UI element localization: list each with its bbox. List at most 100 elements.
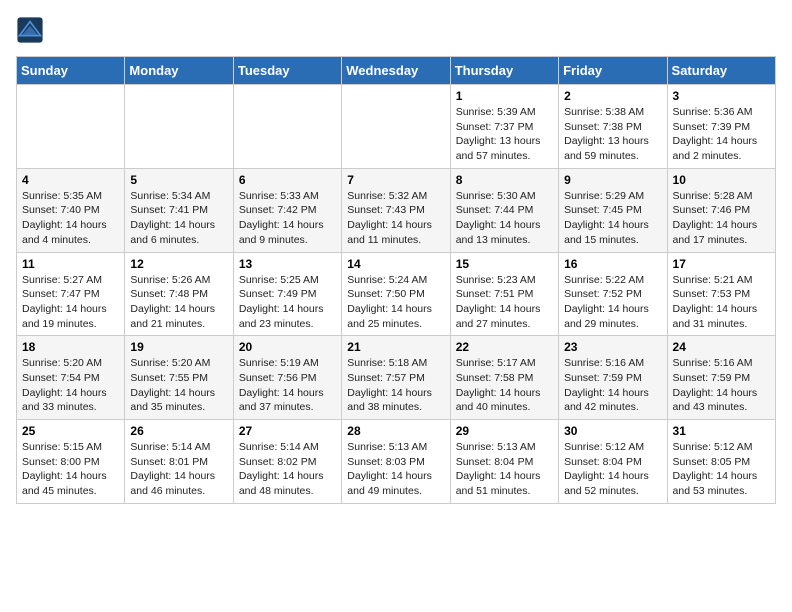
day-number: 18	[22, 340, 119, 354]
day-info: Sunrise: 5:32 AMSunset: 7:43 PMDaylight:…	[347, 189, 444, 248]
day-number: 13	[239, 257, 336, 271]
day-info: Sunrise: 5:12 AMSunset: 8:05 PMDaylight:…	[673, 440, 770, 499]
logo-icon	[16, 16, 44, 44]
day-number: 22	[456, 340, 553, 354]
calendar-cell: 3 Sunrise: 5:36 AMSunset: 7:39 PMDaylight…	[667, 85, 775, 169]
calendar-cell: 17 Sunrise: 5:21 AMSunset: 7:53 PMDayligh…	[667, 252, 775, 336]
calendar-cell: 24 Sunrise: 5:16 AMSunset: 7:59 PMDayligh…	[667, 336, 775, 420]
calendar-cell: 28 Sunrise: 5:13 AMSunset: 8:03 PMDayligh…	[342, 420, 450, 504]
day-number: 3	[673, 89, 770, 103]
day-info: Sunrise: 5:19 AMSunset: 7:56 PMDaylight:…	[239, 356, 336, 415]
day-info: Sunrise: 5:20 AMSunset: 7:55 PMDaylight:…	[130, 356, 227, 415]
calendar-cell: 8Sunrise: 5:30 AMSunset: 7:44 PMDaylight…	[450, 168, 558, 252]
header-tuesday: Tuesday	[233, 57, 341, 85]
calendar-cell	[17, 85, 125, 169]
day-number: 6	[239, 173, 336, 187]
calendar-cell: 4 Sunrise: 5:35 AMSunset: 7:40 PMDaylight…	[17, 168, 125, 252]
day-number: 15	[456, 257, 553, 271]
calendar-cell	[342, 85, 450, 169]
day-number: 8	[456, 173, 553, 187]
calendar-week-1: 1 Sunrise: 5:39 AMSunset: 7:37 PMDaylight…	[17, 85, 776, 169]
day-number: 7	[347, 173, 444, 187]
calendar-week-4: 18 Sunrise: 5:20 AMSunset: 7:54 PMDayligh…	[17, 336, 776, 420]
calendar-cell: 2 Sunrise: 5:38 AMSunset: 7:38 PMDaylight…	[559, 85, 667, 169]
calendar-cell: 27 Sunrise: 5:14 AMSunset: 8:02 PMDayligh…	[233, 420, 341, 504]
day-info: Sunrise: 5:12 AMSunset: 8:04 PMDaylight:…	[564, 440, 661, 499]
day-number: 12	[130, 257, 227, 271]
day-info: Sunrise: 5:26 AMSunset: 7:48 PMDaylight:…	[130, 273, 227, 332]
day-info: Sunrise: 5:35 AMSunset: 7:40 PMDaylight:…	[22, 189, 119, 248]
calendar-cell: 1 Sunrise: 5:39 AMSunset: 7:37 PMDaylight…	[450, 85, 558, 169]
day-info: Sunrise: 5:15 AMSunset: 8:00 PMDaylight:…	[22, 440, 119, 499]
day-info: Sunrise: 5:27 AMSunset: 7:47 PMDaylight:…	[22, 273, 119, 332]
day-info: Sunrise: 5:14 AMSunset: 8:02 PMDaylight:…	[239, 440, 336, 499]
day-number: 28	[347, 424, 444, 438]
day-info: Sunrise: 5:39 AMSunset: 7:37 PMDaylight:…	[456, 105, 553, 164]
header-sunday: Sunday	[17, 57, 125, 85]
day-number: 27	[239, 424, 336, 438]
calendar-cell: 13 Sunrise: 5:25 AMSunset: 7:49 PMDayligh…	[233, 252, 341, 336]
header-saturday: Saturday	[667, 57, 775, 85]
header-wednesday: Wednesday	[342, 57, 450, 85]
day-number: 17	[673, 257, 770, 271]
calendar-cell: 19 Sunrise: 5:20 AMSunset: 7:55 PMDayligh…	[125, 336, 233, 420]
day-number: 24	[673, 340, 770, 354]
day-number: 4	[22, 173, 119, 187]
day-number: 31	[673, 424, 770, 438]
page-header	[16, 16, 776, 44]
day-number: 23	[564, 340, 661, 354]
day-number: 26	[130, 424, 227, 438]
day-number: 10	[673, 173, 770, 187]
calendar-cell: 14 Sunrise: 5:24 AMSunset: 7:50 PMDayligh…	[342, 252, 450, 336]
calendar-cell: 7 Sunrise: 5:32 AMSunset: 7:43 PMDaylight…	[342, 168, 450, 252]
day-number: 30	[564, 424, 661, 438]
calendar-cell: 10Sunrise: 5:28 AMSunset: 7:46 PMDayligh…	[667, 168, 775, 252]
calendar-week-5: 25Sunrise: 5:15 AMSunset: 8:00 PMDayligh…	[17, 420, 776, 504]
calendar-cell: 26 Sunrise: 5:14 AMSunset: 8:01 PMDayligh…	[125, 420, 233, 504]
day-info: Sunrise: 5:16 AMSunset: 7:59 PMDaylight:…	[564, 356, 661, 415]
day-info: Sunrise: 5:16 AMSunset: 7:59 PMDaylight:…	[673, 356, 770, 415]
header-thursday: Thursday	[450, 57, 558, 85]
day-info: Sunrise: 5:25 AMSunset: 7:49 PMDaylight:…	[239, 273, 336, 332]
day-info: Sunrise: 5:13 AMSunset: 8:03 PMDaylight:…	[347, 440, 444, 499]
day-number: 14	[347, 257, 444, 271]
day-info: Sunrise: 5:33 AMSunset: 7:42 PMDaylight:…	[239, 189, 336, 248]
day-number: 29	[456, 424, 553, 438]
calendar-header-row: SundayMondayTuesdayWednesdayThursdayFrid…	[17, 57, 776, 85]
calendar-week-2: 4 Sunrise: 5:35 AMSunset: 7:40 PMDaylight…	[17, 168, 776, 252]
calendar-week-3: 11 Sunrise: 5:27 AMSunset: 7:47 PMDayligh…	[17, 252, 776, 336]
calendar-cell: 15 Sunrise: 5:23 AMSunset: 7:51 PMDayligh…	[450, 252, 558, 336]
day-info: Sunrise: 5:14 AMSunset: 8:01 PMDaylight:…	[130, 440, 227, 499]
day-number: 16	[564, 257, 661, 271]
day-number: 19	[130, 340, 227, 354]
day-info: Sunrise: 5:36 AMSunset: 7:39 PMDaylight:…	[673, 105, 770, 164]
calendar-table: SundayMondayTuesdayWednesdayThursdayFrid…	[16, 56, 776, 504]
day-info: Sunrise: 5:38 AMSunset: 7:38 PMDaylight:…	[564, 105, 661, 164]
day-info: Sunrise: 5:24 AMSunset: 7:50 PMDaylight:…	[347, 273, 444, 332]
day-info: Sunrise: 5:13 AMSunset: 8:04 PMDaylight:…	[456, 440, 553, 499]
calendar-cell: 30 Sunrise: 5:12 AMSunset: 8:04 PMDayligh…	[559, 420, 667, 504]
day-info: Sunrise: 5:20 AMSunset: 7:54 PMDaylight:…	[22, 356, 119, 415]
calendar-cell: 9Sunrise: 5:29 AMSunset: 7:45 PMDaylight…	[559, 168, 667, 252]
day-number: 20	[239, 340, 336, 354]
calendar-cell: 20 Sunrise: 5:19 AMSunset: 7:56 PMDayligh…	[233, 336, 341, 420]
day-info: Sunrise: 5:21 AMSunset: 7:53 PMDaylight:…	[673, 273, 770, 332]
day-number: 1	[456, 89, 553, 103]
calendar-cell	[233, 85, 341, 169]
day-number: 2	[564, 89, 661, 103]
calendar-cell: 18 Sunrise: 5:20 AMSunset: 7:54 PMDayligh…	[17, 336, 125, 420]
day-info: Sunrise: 5:17 AMSunset: 7:58 PMDaylight:…	[456, 356, 553, 415]
calendar-cell	[125, 85, 233, 169]
calendar-cell: 5Sunrise: 5:34 AMSunset: 7:41 PMDaylight…	[125, 168, 233, 252]
calendar-cell: 25Sunrise: 5:15 AMSunset: 8:00 PMDayligh…	[17, 420, 125, 504]
day-info: Sunrise: 5:23 AMSunset: 7:51 PMDaylight:…	[456, 273, 553, 332]
header-friday: Friday	[559, 57, 667, 85]
day-info: Sunrise: 5:22 AMSunset: 7:52 PMDaylight:…	[564, 273, 661, 332]
logo	[16, 16, 48, 44]
day-number: 9	[564, 173, 661, 187]
day-number: 11	[22, 257, 119, 271]
calendar-cell: 6 Sunrise: 5:33 AMSunset: 7:42 PMDaylight…	[233, 168, 341, 252]
day-number: 5	[130, 173, 227, 187]
calendar-cell: 16 Sunrise: 5:22 AMSunset: 7:52 PMDayligh…	[559, 252, 667, 336]
calendar-cell: 11 Sunrise: 5:27 AMSunset: 7:47 PMDayligh…	[17, 252, 125, 336]
